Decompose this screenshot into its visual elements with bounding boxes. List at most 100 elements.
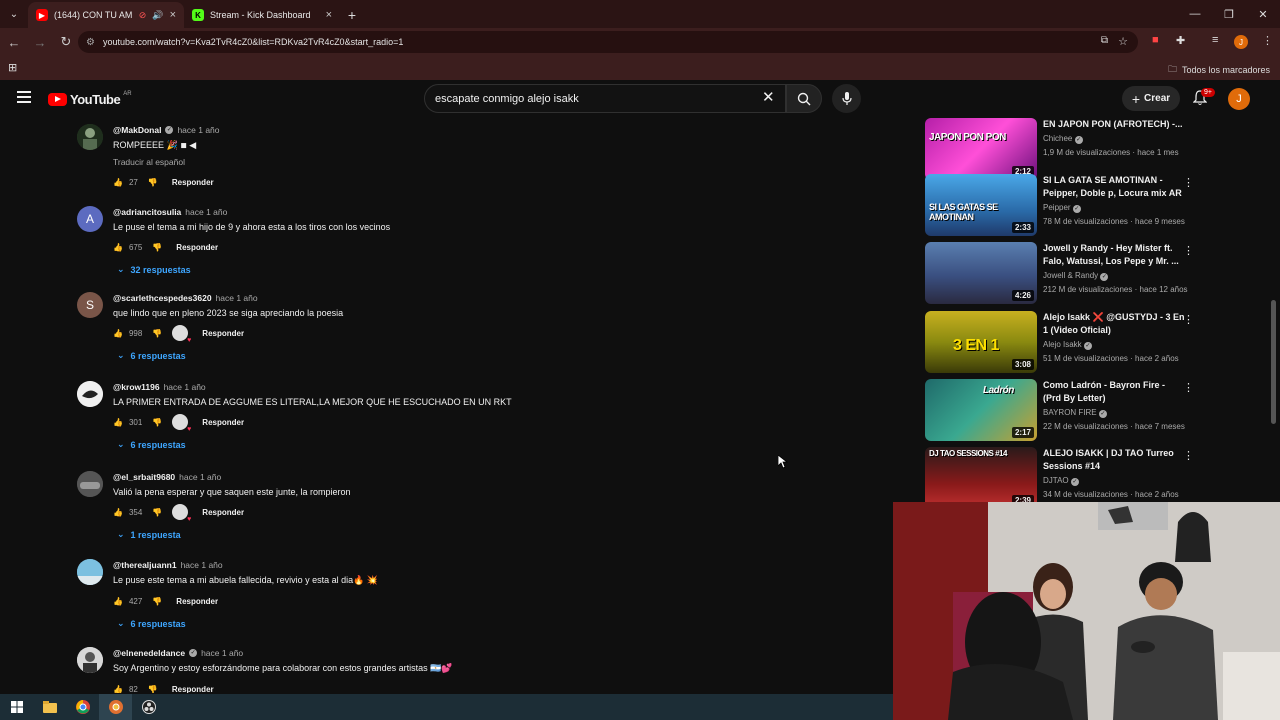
avatar[interactable] (77, 647, 103, 673)
menu-hamburger-icon[interactable] (17, 91, 31, 103)
comment-time[interactable]: hace 1 año (185, 207, 227, 217)
obs-icon[interactable] (132, 694, 165, 720)
like-icon[interactable]: 👍 (113, 418, 123, 427)
video-item[interactable]: JAPON PON PON 2:12 EN JAPON PON (AFROTEC… (925, 118, 1193, 180)
avatar[interactable] (77, 471, 103, 497)
like-icon[interactable]: 👍 (113, 329, 123, 338)
dislike-icon[interactable]: 👎 (152, 597, 162, 606)
comment-author[interactable]: @MakDonal (113, 125, 161, 135)
media-control-icon[interactable]: ≡ (1212, 34, 1218, 46)
new-tab-button[interactable]: + (340, 2, 364, 28)
video-thumbnail[interactable]: 3 EN 1 3:08 (925, 311, 1037, 373)
comment-time[interactable]: hace 1 año (179, 472, 221, 482)
video-thumbnail[interactable]: DJ TAO SESSIONS #14 2:39 (925, 447, 1037, 504)
comment-author[interactable]: @therealjuann1 (113, 560, 177, 570)
video-item[interactable]: SI LAS GATAS SE AMOTINAN 2:33 SI LA GATA… (925, 174, 1194, 236)
chrome-icon[interactable] (66, 694, 99, 720)
reply-button[interactable]: Responder (202, 508, 244, 517)
video-item[interactable]: Ladrón 2:17 Como Ladrón - Bayron Fire - … (925, 379, 1194, 441)
extension-icon[interactable]: ■ (1152, 34, 1159, 46)
avatar[interactable]: A (77, 206, 103, 232)
dislike-icon[interactable]: 👎 (148, 685, 158, 694)
back-icon[interactable]: ← (2, 30, 26, 54)
like-icon[interactable]: 👍 (113, 597, 123, 606)
close-window-icon[interactable]: ✕ (1246, 0, 1280, 28)
bookmark-star-icon[interactable]: ☆ (1118, 35, 1128, 48)
video-title[interactable]: ALEJO ISAKK | DJ TAO Turreo Sessions #14 (1043, 447, 1185, 473)
comment-time[interactable]: hace 1 año (177, 125, 219, 135)
start-button[interactable] (0, 694, 33, 720)
speaker-icon[interactable]: 🔊 (152, 10, 163, 21)
close-tab-icon[interactable]: × (170, 9, 176, 21)
tab-youtube[interactable]: ▶ (1644) CON TU AMIGA ⊘ 🔊 × (28, 2, 184, 28)
site-info-icon[interactable]: ⚙ (86, 37, 95, 48)
reply-button[interactable]: Responder (172, 685, 214, 694)
view-replies-button[interactable]: ⌄ 1 respuesta (113, 529, 873, 540)
more-options-icon[interactable]: ⋮ (1183, 449, 1194, 462)
reply-button[interactable]: Responder (202, 329, 244, 338)
more-options-icon[interactable]: ⋮ (895, 383, 900, 397)
extensions-puzzle-icon[interactable]: ✚ (1176, 34, 1185, 47)
more-options-icon[interactable]: ⋮ (1183, 244, 1194, 257)
channel-name[interactable]: Alejo Isakk (1043, 340, 1082, 349)
browser-menu-icon[interactable]: ⋮ (1262, 34, 1273, 47)
create-button[interactable]: + Crear (1122, 86, 1180, 111)
comment-author[interactable]: @elnenedeldance (113, 648, 185, 658)
video-title[interactable]: Como Ladrón - Bayron Fire - (Prd By Lett… (1043, 379, 1185, 405)
reload-icon[interactable]: ↻ (54, 30, 78, 54)
comment-author[interactable]: @scarlethcespedes3620 (113, 293, 212, 303)
tab-kick[interactable]: K Stream - Kick Dashboard × (184, 2, 340, 28)
comment-author[interactable]: @el_srbait9680 (113, 472, 175, 482)
channel-name[interactable]: Peipper (1043, 203, 1071, 212)
video-thumbnail[interactable]: JAPON PON PON 2:12 (925, 118, 1037, 180)
more-options-icon[interactable]: ⋮ (895, 126, 900, 140)
video-title[interactable]: Jowell y Randy - Hey Mister ft. Falo, Wa… (1043, 242, 1185, 268)
video-thumbnail[interactable]: SI LAS GATAS SE AMOTINAN 2:33 (925, 174, 1037, 236)
channel-name[interactable]: Chichee (1043, 134, 1072, 143)
page-scrollbar[interactable] (1271, 300, 1276, 424)
video-title[interactable]: SI LA GATA SE AMOTINAN - Peipper, Doble … (1043, 174, 1185, 200)
like-icon[interactable]: 👍 (113, 243, 123, 252)
video-title[interactable]: EN JAPON PON (AFROTECH) -... (1043, 118, 1185, 131)
translate-link[interactable]: Traducir al español (113, 157, 873, 167)
dislike-icon[interactable]: 👎 (148, 178, 158, 187)
reply-button[interactable]: Responder (176, 243, 218, 252)
dislike-icon[interactable]: 👎 (152, 329, 162, 338)
comment-time[interactable]: hace 1 año (181, 560, 223, 570)
avatar[interactable] (77, 124, 103, 150)
like-icon[interactable]: 👍 (113, 685, 123, 694)
account-avatar[interactable]: J (1228, 88, 1250, 110)
chrome-active-icon[interactable] (99, 694, 132, 720)
view-replies-button[interactable]: ⌄ 32 respuestas (113, 264, 873, 275)
view-replies-button[interactable]: ⌄ 6 respuestas (113, 618, 873, 629)
reply-button[interactable]: Responder (202, 418, 244, 427)
tab-search-button[interactable]: ⌄ (0, 0, 28, 28)
more-options-icon[interactable]: ⋮ (1183, 176, 1194, 189)
video-thumbnail[interactable]: 4:26 (925, 242, 1037, 304)
comment-author[interactable]: @adriancitosulia (113, 207, 181, 217)
dislike-icon[interactable]: 👎 (152, 508, 162, 517)
avatar[interactable] (77, 559, 103, 585)
all-bookmarks-button[interactable]: 🗀 Todos los marcadores (1168, 62, 1270, 78)
channel-name[interactable]: DJTAO (1043, 476, 1069, 485)
comment-time[interactable]: hace 1 año (201, 648, 243, 658)
apps-grid-icon[interactable]: ⊞ (8, 61, 17, 74)
avatar[interactable]: S (77, 292, 103, 318)
profile-avatar[interactable]: J (1234, 35, 1248, 49)
file-explorer-icon[interactable] (33, 694, 66, 720)
more-options-icon[interactable]: ⋮ (895, 473, 900, 487)
more-options-icon[interactable]: ⋮ (1183, 381, 1194, 394)
restore-icon[interactable]: ❐ (1212, 0, 1246, 28)
install-app-icon[interactable]: ⧉ (1101, 35, 1108, 46)
search-button[interactable] (786, 84, 822, 113)
url-bar[interactable]: ⚙ youtube.com/watch?v=Kva2TvR4cZ0&list=R… (78, 31, 1138, 53)
clear-search-icon[interactable]: ✕ (762, 90, 775, 106)
video-item[interactable]: 3 EN 1 3:08 Alejo Isakk ❌ @GUSTYDJ - 3 E… (925, 311, 1194, 373)
video-thumbnail[interactable]: Ladrón 2:17 (925, 379, 1037, 441)
dislike-icon[interactable]: 👎 (152, 418, 162, 427)
comment-author[interactable]: @krow1196 (113, 382, 160, 392)
channel-name[interactable]: BAYRON FIRE (1043, 408, 1097, 417)
youtube-logo[interactable]: YouTube AR (48, 91, 132, 107)
avatar[interactable] (77, 381, 103, 407)
dislike-icon[interactable]: 👎 (152, 243, 162, 252)
